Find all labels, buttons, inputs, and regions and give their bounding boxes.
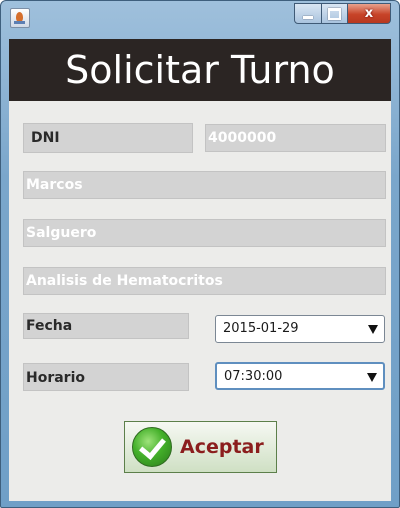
horario-select[interactable]: 07:30:00 [215,362,385,390]
aceptar-button[interactable]: Aceptar [124,421,277,473]
fecha-label: Fecha [23,313,189,339]
window-frame: x Solicitar Turno DNI 4000000 Marcos Sal… [0,0,400,508]
fecha-select-value: 2015-01-29 [223,321,299,336]
maximize-icon [328,7,341,20]
apellido-field[interactable]: Salguero [23,219,386,247]
fecha-select[interactable]: 2015-01-29 [215,315,385,343]
dni-label: DNI [23,123,193,153]
horario-label: Horario [23,363,189,391]
header-banner: Solicitar Turno [9,39,391,101]
chevron-down-icon[interactable] [364,318,382,340]
close-icon: x [364,6,374,21]
maximize-button[interactable] [322,3,348,24]
chevron-down-icon[interactable] [363,366,381,388]
checkmark-icon [132,427,172,467]
nombre-field[interactable]: Marcos [23,171,386,199]
horario-select-value: 07:30:00 [224,369,283,384]
estudio-field[interactable]: Analisis de Hematocritos [23,267,386,295]
close-button[interactable]: x [348,3,391,24]
minimize-button[interactable] [294,3,322,24]
title-bar[interactable]: x [1,1,399,33]
window-controls: x [294,3,391,24]
aceptar-button-label: Aceptar [180,436,264,458]
form-panel: Solicitar Turno DNI 4000000 Marcos Salgu… [9,39,391,501]
app-icon[interactable] [10,8,30,28]
dni-field[interactable]: 4000000 [205,124,386,152]
page-title: Solicitar Turno [65,48,335,92]
minimize-icon [303,15,313,19]
